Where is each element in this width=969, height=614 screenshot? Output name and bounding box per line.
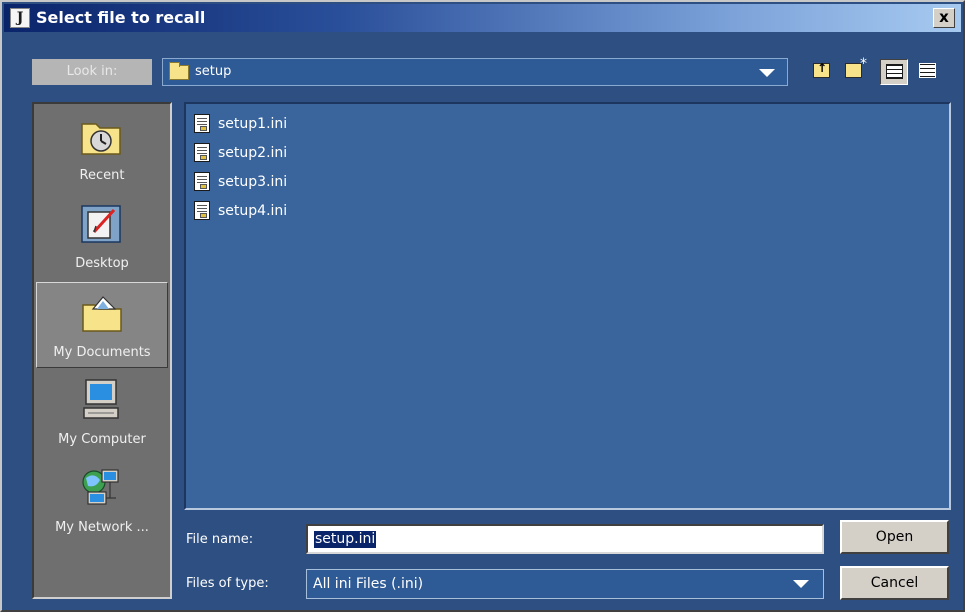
place-label: Desktop [75, 256, 129, 271]
list-view-icon [886, 64, 903, 79]
chevron-down-icon [793, 580, 809, 588]
create-new-folder-button[interactable] [840, 56, 868, 85]
file-type-dropdown[interactable]: All ini Files (.ini) [306, 569, 824, 599]
window-title: Select file to recall [36, 8, 206, 27]
up-one-level-button[interactable] [808, 59, 836, 85]
file-item[interactable]: setup2.ini [192, 141, 342, 165]
details-view-icon [919, 63, 936, 78]
place-my-computer[interactable]: My Computer [36, 370, 168, 456]
file-type-label: Files of type: [186, 576, 269, 591]
place-label: My Network ... [55, 520, 149, 535]
list-view-button[interactable] [880, 59, 908, 85]
recent-icon [81, 123, 121, 155]
folder-icon [169, 62, 189, 80]
places-bar: Recent Desktop My Documents My Computer … [32, 102, 172, 599]
open-button[interactable]: Open [840, 520, 949, 554]
place-desktop[interactable]: Desktop [36, 194, 168, 280]
file-item[interactable]: setup3.ini [192, 170, 342, 194]
place-my-documents[interactable]: My Documents [36, 282, 168, 368]
file-type-value: All ini Files (.ini) [313, 576, 424, 592]
file-name: setup2.ini [218, 145, 288, 161]
app-icon: J [10, 8, 30, 28]
network-icon [82, 469, 119, 505]
file-name-value: setup.ini [314, 531, 377, 548]
new-folder-icon [845, 56, 867, 78]
file-name: setup4.ini [218, 203, 288, 219]
place-recent[interactable]: Recent [36, 106, 168, 192]
file-item[interactable]: setup1.ini [192, 112, 342, 136]
details-view-button[interactable] [914, 59, 942, 85]
close-button[interactable]: x [933, 8, 955, 28]
folder-up-icon [813, 61, 830, 78]
ini-file-icon [194, 143, 210, 162]
look-in-dropdown[interactable]: setup [162, 58, 788, 86]
file-name-label: File name: [186, 532, 254, 547]
my-documents-icon [82, 296, 122, 332]
place-label: Recent [79, 168, 125, 183]
file-item[interactable]: setup4.ini [192, 199, 342, 223]
look-in-value: setup [195, 64, 232, 79]
place-label: My Computer [58, 432, 146, 447]
file-name: setup1.ini [218, 116, 288, 132]
ini-file-icon [194, 114, 210, 133]
title-bar[interactable]: J Select file to recall x [4, 4, 961, 32]
ini-file-icon [194, 172, 210, 191]
place-my-network[interactable]: My Network ... [36, 458, 168, 544]
desktop-icon [81, 205, 121, 243]
file-name: setup3.ini [218, 174, 288, 190]
my-computer-icon [83, 379, 119, 419]
ini-file-icon [194, 201, 210, 220]
chevron-down-icon [759, 69, 775, 77]
file-dialog: J Select file to recall x Look in: setup… [0, 0, 965, 612]
cancel-button[interactable]: Cancel [840, 566, 949, 600]
file-list[interactable]: setup1.ini setup2.ini setup3.ini setup4.… [184, 102, 951, 510]
file-name-input[interactable]: setup.ini [306, 524, 824, 554]
look-in-label: Look in: [32, 59, 152, 85]
place-label: My Documents [53, 345, 151, 360]
